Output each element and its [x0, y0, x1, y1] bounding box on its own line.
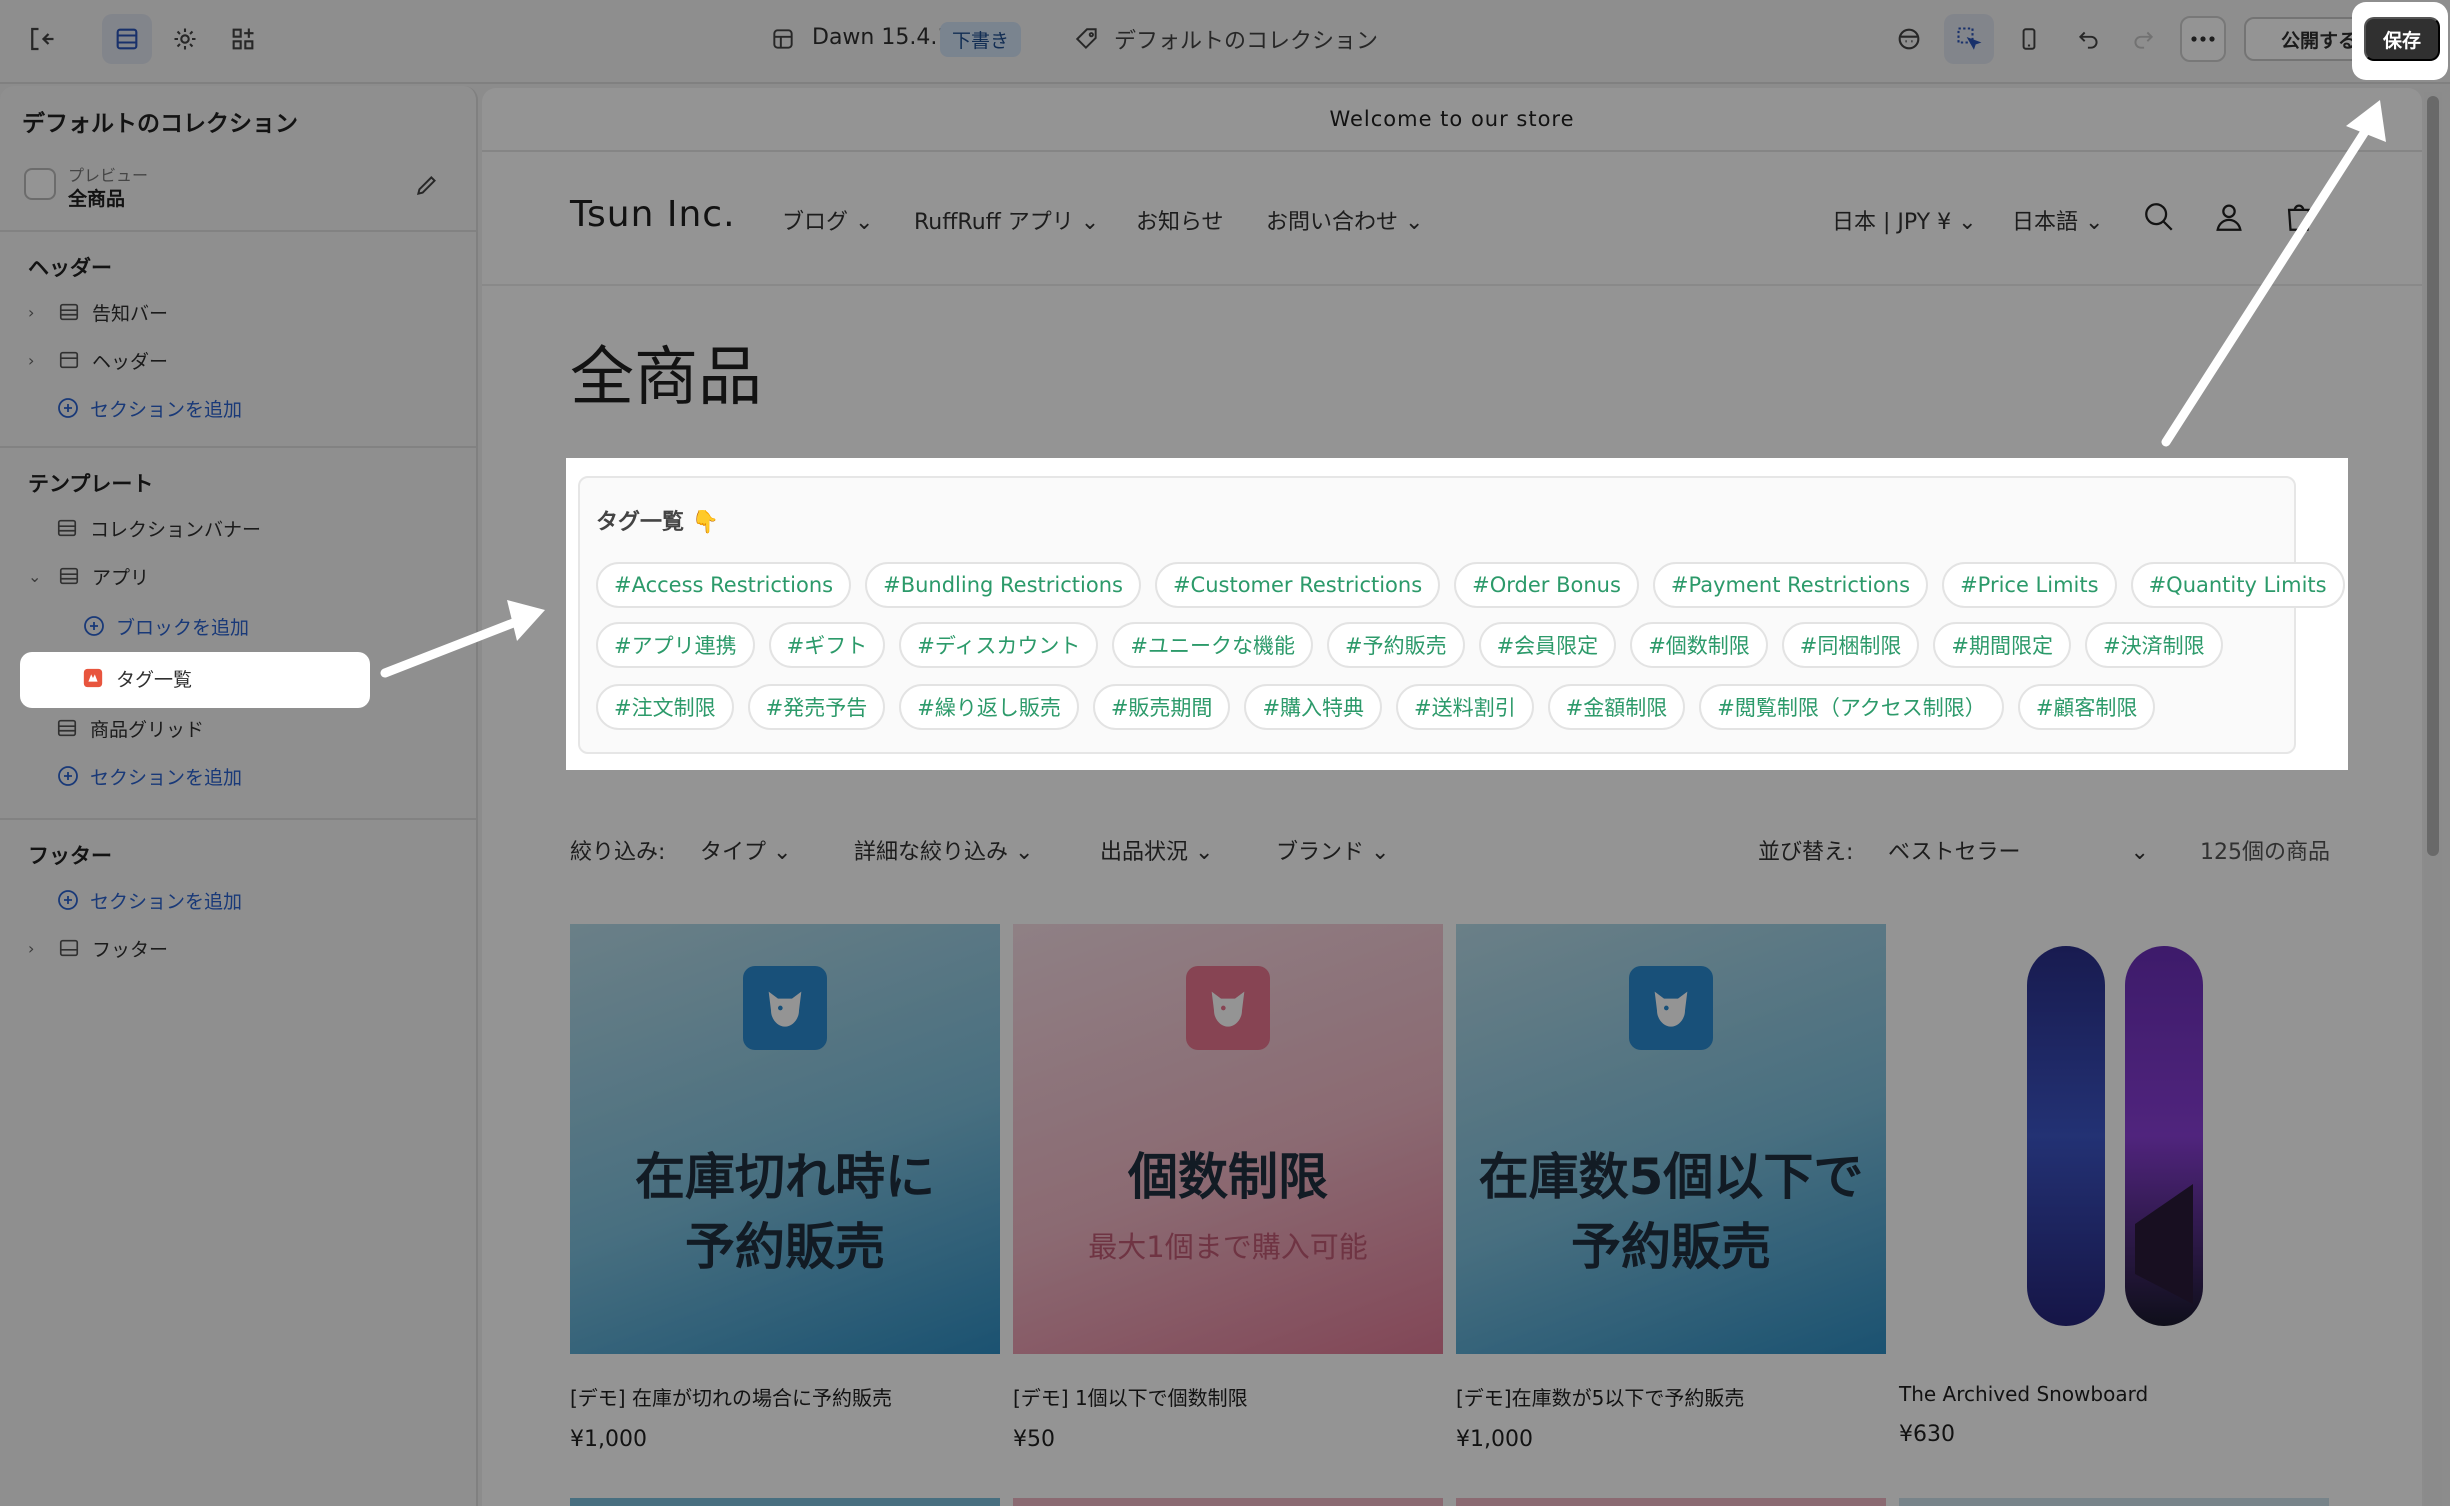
annotation-arrows	[380, 100, 2386, 678]
arrow-to-save	[2161, 125, 2371, 447]
sidebar-item-label: タグ一覧	[116, 668, 193, 691]
sidebar-item-tag-list-highlight[interactable]: タグ一覧	[82, 658, 192, 698]
app-block-icon	[82, 667, 116, 689]
arrow-to-tag-list	[380, 613, 531, 678]
arrowhead	[507, 600, 545, 641]
